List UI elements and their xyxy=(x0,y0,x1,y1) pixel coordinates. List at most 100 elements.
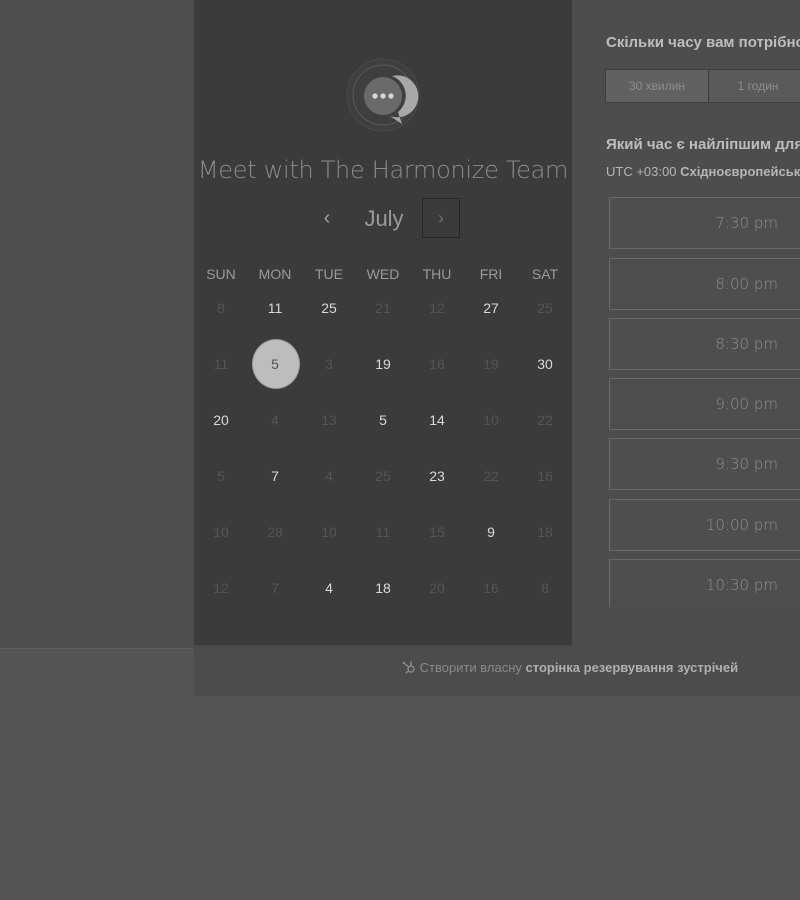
duration-question: Скільки часу вам потрібно xyxy=(606,34,800,51)
calendar-day[interactable]: 9 xyxy=(464,504,518,560)
day-number: 5 xyxy=(271,356,279,372)
day-number: 12 xyxy=(429,300,445,316)
selected-day[interactable]: 5 xyxy=(248,336,302,392)
day-number: 27 xyxy=(483,300,499,316)
calendar-day[interactable]: 4 xyxy=(302,560,356,616)
day-number: 10 xyxy=(483,412,499,428)
day-number: 19 xyxy=(483,356,499,372)
calendar-days-grid: 8 11 25 21 12 27 25 11 5 3 19 16 19 30 20 4 13 5 14 10 22 5 7 4… xyxy=(194,280,572,620)
day-number: 4 xyxy=(271,412,279,428)
calendar-day[interactable]: 7 xyxy=(248,448,302,504)
calendar-day: 8 xyxy=(518,560,572,616)
calendar-day[interactable]: 14 xyxy=(410,392,464,448)
day-number: 16 xyxy=(537,468,553,484)
team-avatar xyxy=(346,58,420,132)
day-number: 5 xyxy=(217,468,225,484)
day-number: 25 xyxy=(537,300,553,316)
day-number: 25 xyxy=(375,468,391,484)
day-number: 4 xyxy=(325,468,333,484)
chevron-right-icon: › xyxy=(438,208,444,228)
day-number: 19 xyxy=(375,356,391,372)
day-number: 11 xyxy=(375,524,391,540)
calendar-day[interactable]: 23 xyxy=(410,448,464,504)
calendar-day: 11 xyxy=(194,336,248,392)
chat-bubble-logo-icon xyxy=(346,58,420,132)
calendar-day: 10 xyxy=(464,392,518,448)
calendar-day[interactable]: 19 xyxy=(356,336,410,392)
day-number: 21 xyxy=(375,300,391,316)
day-number: 28 xyxy=(267,524,283,540)
day-number: 3 xyxy=(325,356,333,372)
timezone-name: Східноєвропейськ xyxy=(680,164,800,179)
time-question: Який час є найліпшим для xyxy=(606,136,800,153)
time-slot[interactable]: 9:30 pm xyxy=(609,438,800,490)
day-number: 7 xyxy=(271,580,279,596)
day-number: 9 xyxy=(487,524,495,540)
calendar-day: 16 xyxy=(410,336,464,392)
calendar-day: 19 xyxy=(464,336,518,392)
calendar-day: 5 xyxy=(194,448,248,504)
calendar-day[interactable]: 25 xyxy=(302,280,356,336)
day-number: 18 xyxy=(375,580,391,596)
calendar-day: 10 xyxy=(302,504,356,560)
footer-link-text: сторінка резервування зустрічей xyxy=(525,660,739,675)
calendar-day: 16 xyxy=(464,560,518,616)
day-number: 10 xyxy=(213,524,229,540)
day-number: 11 xyxy=(213,356,229,372)
calendar-day: 22 xyxy=(518,392,572,448)
chevron-left-icon: ‹ xyxy=(323,207,331,229)
calendar-day: 25 xyxy=(518,280,572,336)
day-number: 30 xyxy=(537,356,553,372)
day-number: 5 xyxy=(379,412,387,428)
time-slot[interactable]: 8:30 pm xyxy=(609,318,800,370)
calendar-day[interactable]: 18 xyxy=(356,560,410,616)
day-number: 14 xyxy=(429,412,445,428)
time-slot[interactable]: 7:30 pm xyxy=(609,197,800,249)
calendar-day: 25 xyxy=(356,448,410,504)
meeting-title: Meet with The Harmonize Team xyxy=(197,156,569,184)
calendar-day: 22 xyxy=(464,448,518,504)
day-number: 15 xyxy=(429,524,445,540)
day-number: 16 xyxy=(429,356,445,372)
calendar-day[interactable]: 30 xyxy=(518,336,572,392)
month-label: July xyxy=(364,206,404,231)
day-number: 12 xyxy=(213,580,229,596)
day-number: 13 xyxy=(321,412,337,428)
calendar-day: 13 xyxy=(302,392,356,448)
left-margin xyxy=(0,0,194,648)
day-number: 25 xyxy=(321,300,337,316)
duration-option-30min[interactable]: 30 хвилин xyxy=(606,70,709,102)
day-number: 4 xyxy=(325,580,333,596)
calendar-day: 12 xyxy=(194,560,248,616)
time-slot[interactable]: 10:30 pm xyxy=(609,559,800,607)
time-slot[interactable]: 10:00 pm xyxy=(609,499,800,551)
calendar-day: 28 xyxy=(248,504,302,560)
duration-selector: 30 хвилин 1 годин xyxy=(605,69,800,103)
next-month-button[interactable]: › xyxy=(422,198,460,238)
calendar-day[interactable]: 27 xyxy=(464,280,518,336)
day-number: 20 xyxy=(429,580,445,596)
time-slot[interactable]: 8:00 pm xyxy=(609,258,800,310)
day-number: 8 xyxy=(217,300,225,316)
day-number: 7 xyxy=(271,468,279,484)
day-number: 10 xyxy=(321,524,337,540)
duration-option-1hour[interactable]: 1 годин xyxy=(708,70,800,102)
timezone-selector[interactable]: UTC +03:00 Східноєвропейськ xyxy=(606,164,800,179)
page-bottom-area xyxy=(0,696,800,900)
calendar-day[interactable]: 11 xyxy=(248,280,302,336)
calendar-day: 8 xyxy=(194,280,248,336)
day-number: 11 xyxy=(267,300,283,316)
calendar-day: 16 xyxy=(518,448,572,504)
calendar-day: 10 xyxy=(194,504,248,560)
calendar-day: 12 xyxy=(410,280,464,336)
month-navigation: ‹ July › xyxy=(194,196,572,242)
time-slot[interactable]: 9:00 pm xyxy=(609,378,800,430)
footer-prefix: Створити власну xyxy=(419,660,522,675)
day-number: 18 xyxy=(537,524,553,540)
calendar-day: 21 xyxy=(356,280,410,336)
calendar-day: 4 xyxy=(248,392,302,448)
calendar-day[interactable]: 5 xyxy=(356,392,410,448)
prev-month-button[interactable]: ‹ xyxy=(312,204,342,234)
create-booking-page-link[interactable]: Створити власну сторінка резервування зу… xyxy=(402,660,738,675)
calendar-day[interactable]: 20 xyxy=(194,392,248,448)
